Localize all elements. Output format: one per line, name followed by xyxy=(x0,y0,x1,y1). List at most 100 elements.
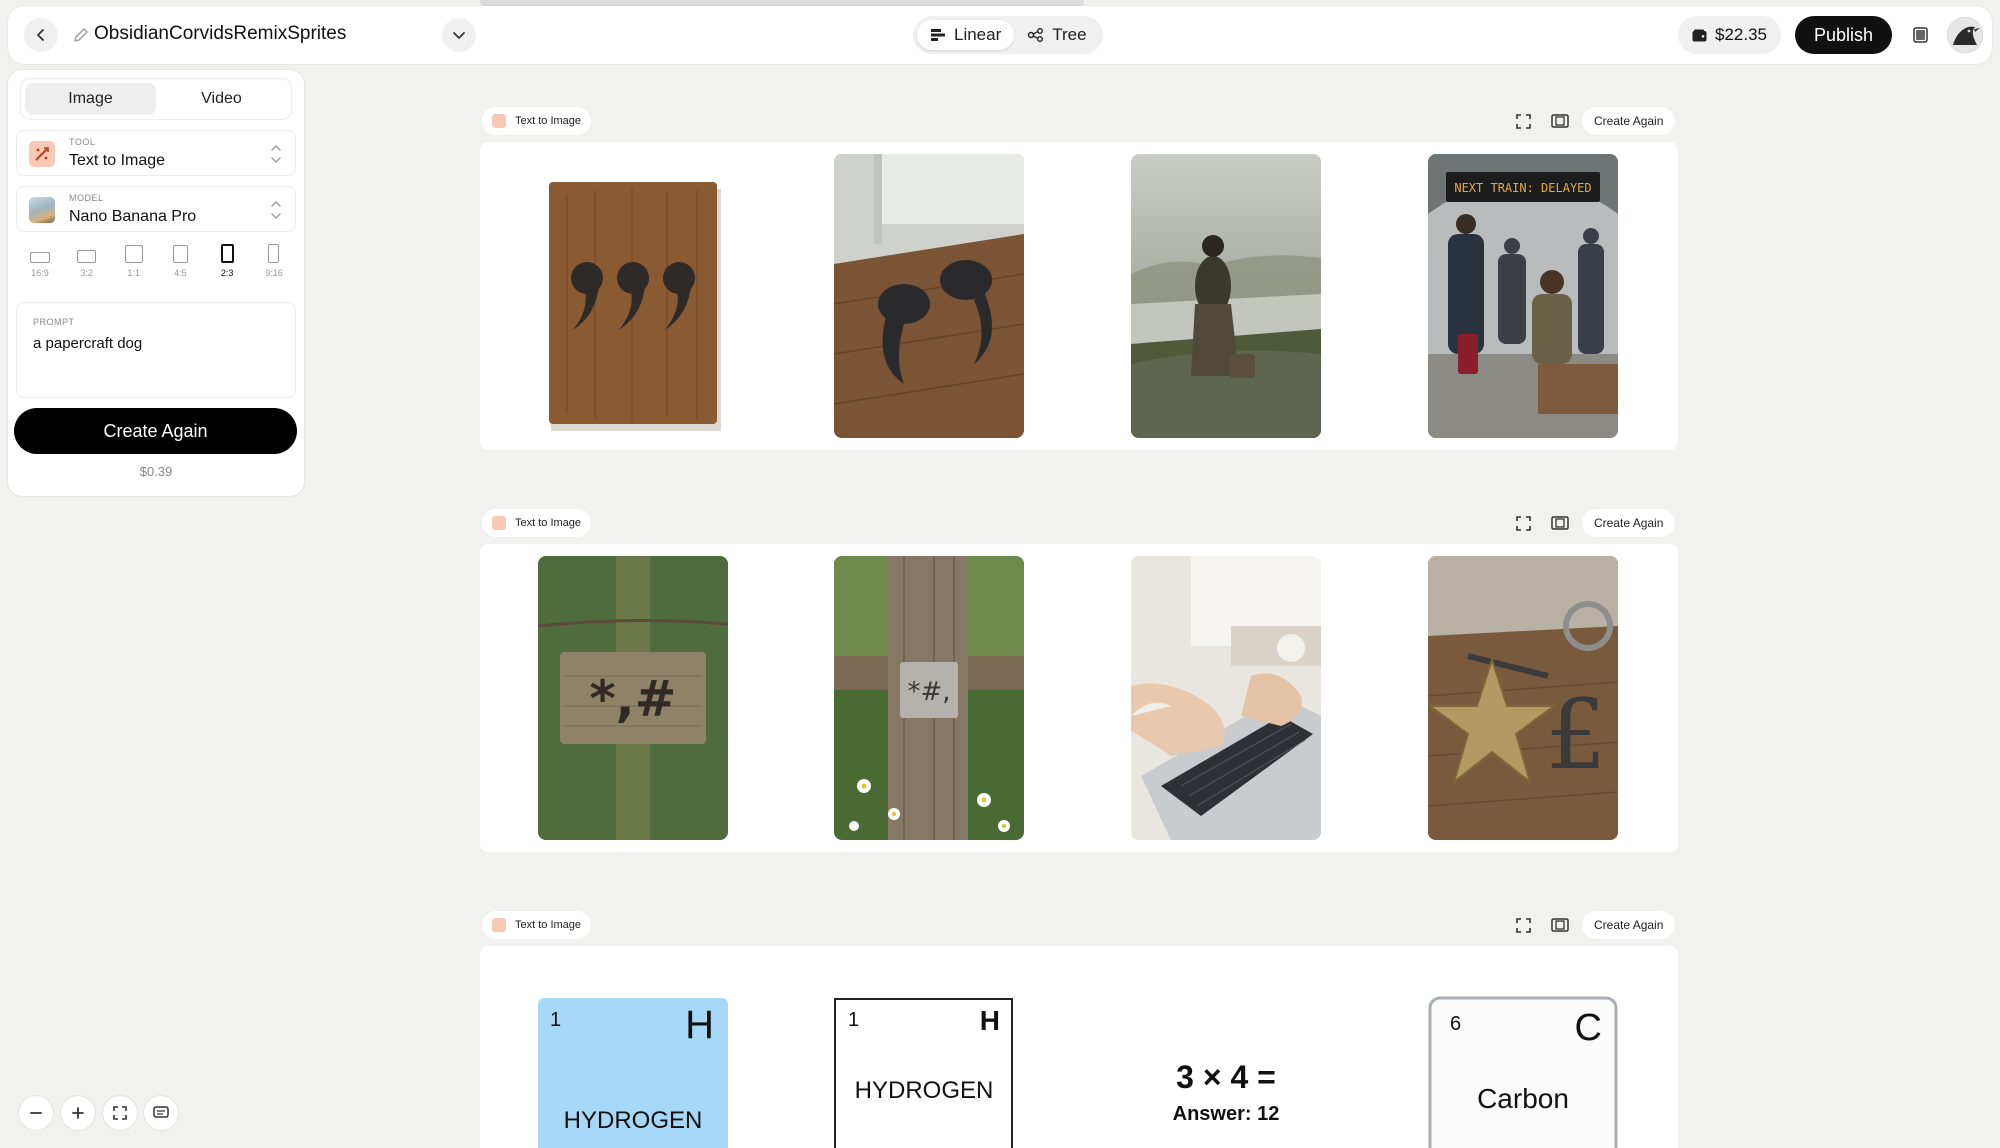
prompt-caption: PROMPT xyxy=(33,317,75,327)
element-number: 1 xyxy=(550,1009,561,1031)
view-linear-button[interactable]: Linear xyxy=(917,20,1015,50)
element-symbol: H xyxy=(685,1003,714,1047)
tool-caption: TOOL xyxy=(69,137,96,147)
top-bar: ObsidianCorvidsRemixSprites Linear Tree … xyxy=(8,6,1992,64)
generation-tool-chip[interactable]: Text to Image xyxy=(482,911,592,939)
model-select[interactable]: MODEL Nano Banana Pro xyxy=(16,186,296,232)
generated-image[interactable]: NEXT TRAIN: DELAYED xyxy=(1428,154,1618,438)
linear-icon xyxy=(931,29,945,41)
view-tree-button[interactable]: Tree xyxy=(1014,20,1099,50)
ratio-16-9[interactable]: 16:9 xyxy=(22,238,58,278)
fullscreen-button[interactable] xyxy=(1508,107,1538,135)
zoom-in-button[interactable] xyxy=(61,1096,95,1130)
tool-select[interactable]: TOOL Text to Image xyxy=(16,130,296,176)
generated-image[interactable] xyxy=(834,154,1024,438)
prompt-text[interactable]: a papercraft dog xyxy=(33,335,142,352)
view-toggle: Linear Tree xyxy=(913,16,1103,54)
view-linear-label: Linear xyxy=(954,25,1002,44)
element-number: 1 xyxy=(848,1009,859,1031)
tool-value: Text to Image xyxy=(69,152,166,169)
generation-tool-label: Text to Image xyxy=(515,115,582,127)
chevron-left-icon xyxy=(37,29,44,41)
chevron-updown-icon xyxy=(271,145,281,163)
wallet-icon xyxy=(1692,29,1707,41)
generated-image[interactable]: 1 H HYDROGEN xyxy=(834,998,1024,1148)
minus-icon xyxy=(30,1112,42,1114)
generation-create-again-button[interactable]: Create Again xyxy=(1582,911,1676,939)
ratio-1-1[interactable]: 1:1 xyxy=(116,238,152,278)
generation-settings-panel: Image Video TOOL Text to Image MODEL Nan… xyxy=(8,70,304,496)
generation-tool-label: Text to Image xyxy=(515,919,582,931)
panel-icon xyxy=(1912,27,1928,43)
ratio-9-16[interactable]: 9:16 xyxy=(256,238,292,278)
view-tree-label: Tree xyxy=(1052,25,1087,44)
generated-image[interactable] xyxy=(1131,154,1321,438)
element-name: HYDROGEN xyxy=(564,1107,703,1134)
model-thumbnail-icon xyxy=(29,197,55,223)
pound-symbol: £ xyxy=(1545,679,1606,791)
back-button[interactable] xyxy=(24,18,58,52)
element-symbol: H xyxy=(980,1005,1000,1036)
comments-button[interactable] xyxy=(144,1096,178,1130)
tab-image[interactable]: Image xyxy=(25,83,156,115)
filmstrip-button[interactable] xyxy=(1545,911,1575,939)
project-menu-button[interactable] xyxy=(442,18,476,52)
filmstrip-icon xyxy=(1551,516,1569,530)
text-to-image-icon xyxy=(492,516,506,530)
app-window: ObsidianCorvidsRemixSprites Linear Tree … xyxy=(0,0,2000,1148)
fullscreen-button[interactable] xyxy=(1508,509,1538,537)
sign-text: *,# xyxy=(589,670,676,728)
credits-amount: $22.35 xyxy=(1715,25,1767,44)
ratio-4-5[interactable]: 4:5 xyxy=(162,238,198,278)
panel-toggle-button[interactable] xyxy=(1904,19,1936,51)
answer-text: Answer: 12 xyxy=(1173,1103,1280,1125)
text-to-image-icon xyxy=(29,141,55,167)
expand-icon xyxy=(113,1106,127,1120)
generated-image[interactable] xyxy=(1131,556,1321,840)
generation-tool-chip[interactable]: Text to Image xyxy=(482,509,592,537)
filmstrip-button[interactable] xyxy=(1545,107,1575,135)
generation-create-again-button[interactable]: Create Again xyxy=(1582,107,1676,135)
generated-image[interactable]: *,# xyxy=(538,556,728,840)
generated-image[interactable] xyxy=(537,154,727,438)
generated-image[interactable]: £ xyxy=(1428,556,1618,840)
create-again-button[interactable]: Create Again xyxy=(14,408,297,454)
generated-image[interactable]: 6 C Carbon xyxy=(1428,996,1618,1148)
avatar[interactable] xyxy=(1947,17,1983,53)
ratio-3-2[interactable]: 3:2 xyxy=(69,238,105,278)
equation-text: 3 × 4 = xyxy=(1176,1059,1276,1095)
generation-card: 1 H HYDROGEN 1 H HYDROGEN 3 × 4 = Answer… xyxy=(480,946,1678,1148)
fit-view-button[interactable] xyxy=(103,1096,137,1130)
aspect-ratio-selector: 16:9 3:2 1:1 4:5 2:3 9:16 xyxy=(22,238,292,278)
filmstrip-button[interactable] xyxy=(1545,509,1575,537)
publish-button[interactable]: Publish xyxy=(1795,16,1892,54)
generation-card: NEXT TRAIN: DELAYED xyxy=(480,142,1678,450)
fullscreen-icon xyxy=(1515,515,1531,531)
fullscreen-button[interactable] xyxy=(1508,911,1538,939)
generated-image[interactable]: 3 × 4 = Answer: 12 xyxy=(1131,998,1321,1148)
prompt-field[interactable]: PROMPT a papercraft dog xyxy=(16,302,296,398)
generation-create-again-button[interactable]: Create Again xyxy=(1582,509,1676,537)
text-to-image-icon xyxy=(492,918,506,932)
generated-image[interactable]: 1 H HYDROGEN xyxy=(538,998,728,1148)
ratio-2-3[interactable]: 2:3 xyxy=(209,238,245,278)
plus-icon xyxy=(72,1107,84,1119)
message-icon xyxy=(153,1106,169,1118)
tab-video[interactable]: Video xyxy=(156,83,287,115)
fullscreen-icon xyxy=(1515,113,1531,129)
filmstrip-icon xyxy=(1551,918,1569,932)
project-title[interactable]: ObsidianCorvidsRemixSprites xyxy=(94,23,346,45)
crow-avatar-image xyxy=(1947,17,1983,53)
credits-balance[interactable]: $22.35 xyxy=(1678,16,1781,54)
generation-tool-chip[interactable]: Text to Image xyxy=(482,107,592,135)
model-value: Nano Banana Pro xyxy=(69,208,197,225)
text-to-image-icon xyxy=(492,114,506,128)
generation-cost: $0.39 xyxy=(139,464,173,479)
train-sign-text: NEXT TRAIN: DELAYED xyxy=(1454,181,1591,195)
pencil-icon[interactable] xyxy=(72,26,90,44)
generation-tool-label: Text to Image xyxy=(515,517,582,529)
generation-card: *,# *#, £ xyxy=(480,544,1678,852)
generated-image[interactable]: *#, xyxy=(834,556,1024,840)
element-number: 6 xyxy=(1450,1013,1461,1035)
zoom-out-button[interactable] xyxy=(19,1096,53,1130)
